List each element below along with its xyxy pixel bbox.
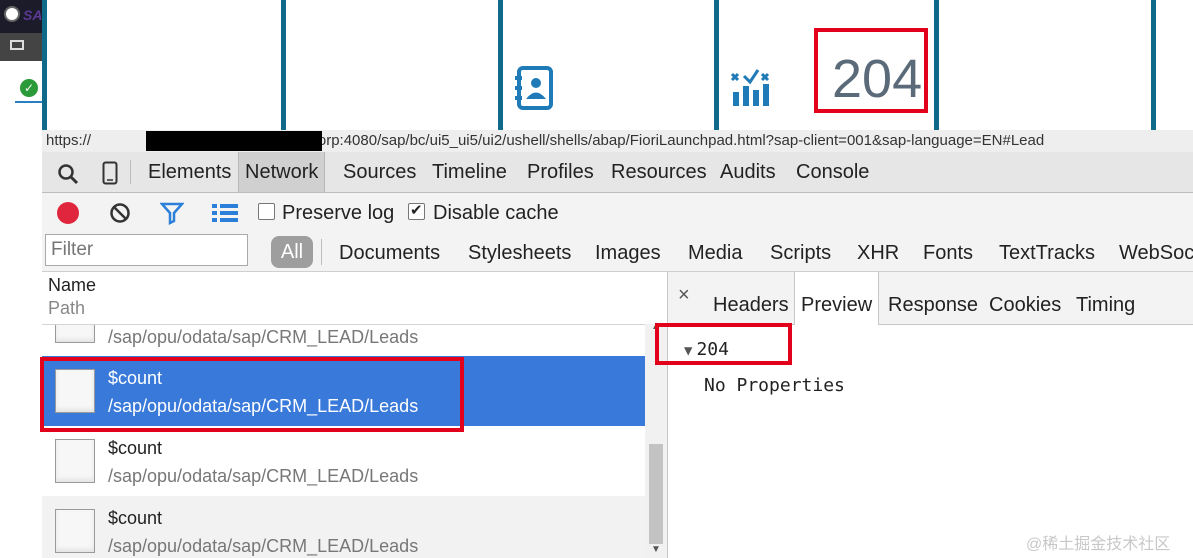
request-path: /sap/opu/odata/sap/CRM_LEAD/Leads <box>108 327 419 347</box>
bar-chart-icon[interactable] <box>730 66 774 108</box>
device-mode-icon[interactable] <box>102 161 118 185</box>
tab-audits[interactable]: Audits <box>714 152 782 192</box>
filter-type-scripts[interactable]: Scripts <box>770 242 831 265</box>
request-row[interactable]: $count /sap/opu/odata/sap/CRM_LEAD/Leads <box>42 496 645 558</box>
no-properties-text: No Properties <box>704 375 845 396</box>
request-path: /sap/opu/odata/sap/CRM_LEAD/Leads <box>108 536 419 556</box>
filter-icon[interactable] <box>160 201 184 225</box>
filter-type-fonts[interactable]: Fonts <box>923 242 973 265</box>
sap-logo-icon: SA <box>23 7 43 23</box>
selected-request-highlight-box <box>40 357 464 432</box>
check-circle-icon: ✓ <box>20 79 38 97</box>
list-view-icon[interactable] <box>212 203 238 223</box>
tab-network[interactable]: Network <box>238 152 326 192</box>
watermark: @稀土掘金技术社区 <box>1026 536 1171 553</box>
scroll-thumb[interactable] <box>649 444 663 544</box>
tab-timing[interactable]: Timing <box>1070 272 1141 324</box>
clear-icon[interactable] <box>109 202 131 224</box>
tab-timeline[interactable]: Timeline <box>426 152 513 192</box>
rail-underline <box>15 101 42 103</box>
filter-type-media[interactable]: Media <box>688 242 742 265</box>
detail-tabbar: × Headers Preview Response Cookies Timin… <box>668 272 1193 325</box>
url-bar[interactable]: https:// sap.corp:4080/sap/bc/ui5_ui5/ui… <box>42 130 1193 153</box>
column-path-label: Path <box>48 298 86 318</box>
scroll-down-icon[interactable]: ▼ <box>651 544 661 555</box>
filter-input[interactable] <box>45 234 248 266</box>
request-path: /sap/opu/odata/sap/CRM_LEAD/Leads <box>108 466 419 486</box>
search-icon[interactable] <box>57 163 79 185</box>
filter-type-documents[interactable]: Documents <box>339 242 440 265</box>
address-book-icon[interactable] <box>514 66 556 110</box>
tab-sources[interactable]: Sources <box>337 152 422 192</box>
tab-elements[interactable]: Elements <box>142 152 237 192</box>
tab-headers[interactable]: Headers <box>707 272 795 324</box>
kpi-highlight-box <box>814 28 928 113</box>
filter-type-all[interactable]: All <box>271 236 313 268</box>
request-row[interactable]: $count /sap/opu/odata/sap/CRM_LEAD/Leads <box>42 426 645 496</box>
tab-response[interactable]: Response <box>882 272 984 324</box>
request-name: $count <box>108 508 163 528</box>
filter-type-stylesheets[interactable]: Stylesheets <box>468 242 571 265</box>
tab-console[interactable]: Console <box>790 152 875 192</box>
file-icon <box>55 325 95 343</box>
url-prefix: https:// <box>46 132 92 149</box>
filter-bar: All Documents Stylesheets Images Media S… <box>42 233 1193 272</box>
tab-resources[interactable]: Resources <box>605 152 713 192</box>
launchpad-background: SA ✓ 204 <box>0 0 1193 130</box>
file-icon <box>55 439 95 483</box>
request-row[interactable]: /sap/opu/odata/sap/CRM_LEAD/Leads <box>42 325 645 355</box>
redaction-bar <box>146 131 322 151</box>
tile-separator <box>42 0 47 130</box>
rail-header: SA <box>0 0 42 33</box>
network-controls: Preserve log Disable cache <box>42 193 1193 233</box>
filter-type-websockets[interactable]: WebSoc <box>1119 242 1193 265</box>
request-list-header[interactable]: Name Path <box>42 272 667 325</box>
url-text: sap.corp:4080/sap/bc/ui5_ui5/ui2/ushell/… <box>282 132 1045 149</box>
tile-separator <box>281 0 286 130</box>
request-name: $count <box>108 438 163 458</box>
filter-type-images[interactable]: Images <box>595 242 661 265</box>
app-logo-icon <box>4 6 20 22</box>
close-icon[interactable]: × <box>678 284 690 307</box>
filter-divider <box>321 239 322 265</box>
preserve-log-checkbox[interactable] <box>258 203 275 220</box>
disable-cache-label: Disable cache <box>433 202 559 224</box>
tab-preview[interactable]: Preview <box>794 272 880 325</box>
filter-type-texttracks[interactable]: TextTracks <box>999 242 1095 265</box>
record-button[interactable] <box>57 202 79 224</box>
window-icon[interactable] <box>10 40 24 50</box>
disable-cache-checkbox[interactable] <box>408 201 425 220</box>
tab-profiles[interactable]: Profiles <box>521 152 600 192</box>
preserve-log-label: Preserve log <box>282 202 395 224</box>
tile-separator <box>498 0 503 130</box>
preview-highlight-box <box>655 323 792 365</box>
tile-separator <box>1151 0 1156 130</box>
column-name-label: Name <box>48 275 97 295</box>
devtools-tabbar: Elements Network Sources Timeline Profil… <box>42 152 1193 193</box>
tile-separator <box>934 0 939 130</box>
file-icon <box>55 509 95 553</box>
left-rail: SA ✓ <box>0 0 42 130</box>
tile-separator <box>714 0 719 130</box>
request-detail-pane: × Headers Preview Response Cookies Timin… <box>668 272 1193 558</box>
tab-divider <box>130 160 131 184</box>
tab-cookies[interactable]: Cookies <box>983 272 1067 324</box>
filter-type-xhr[interactable]: XHR <box>857 242 899 265</box>
